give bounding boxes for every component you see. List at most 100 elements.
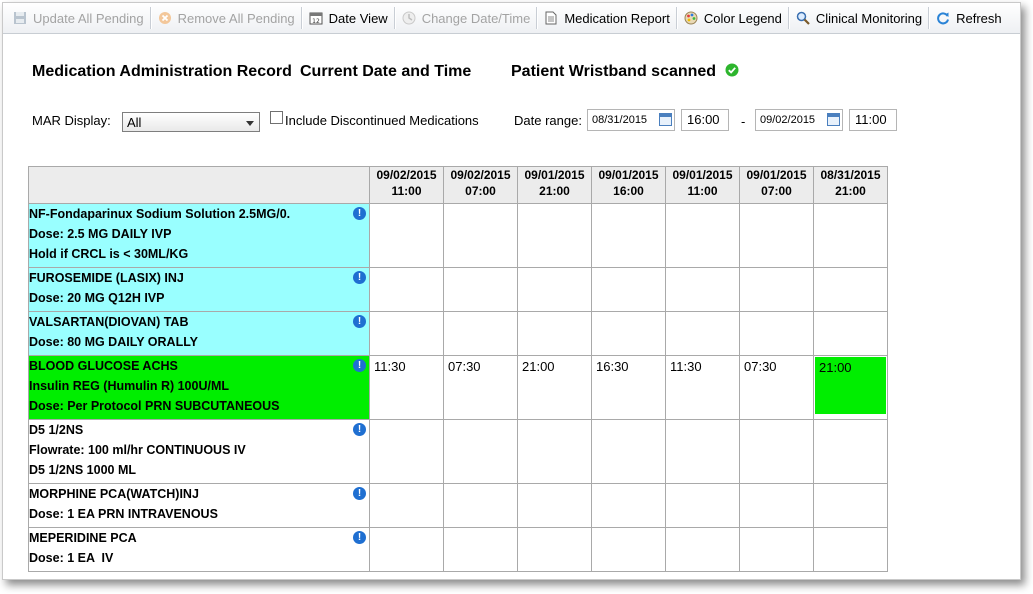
dose-cell[interactable]: [443, 311, 518, 356]
medication-cell[interactable]: BLOOD GLUCOSE ACHS Insulin REG (Humulin …: [28, 355, 370, 420]
dose-cell[interactable]: [517, 267, 592, 312]
dose-cell[interactable]: [591, 203, 666, 268]
column-header[interactable]: 09/01/2015 07:00: [739, 166, 814, 204]
wristband-status: Patient Wristband scanned: [511, 63, 739, 81]
end-time-input[interactable]: 11:00: [849, 109, 897, 131]
date-view-button[interactable]: 12 Date View: [303, 6, 394, 30]
dose-cell[interactable]: [813, 267, 888, 312]
dose-cell[interactable]: [591, 267, 666, 312]
dose-cell[interactable]: [739, 419, 814, 484]
dose-cell[interactable]: [443, 267, 518, 312]
color-legend-button[interactable]: Color Legend: [678, 6, 788, 30]
clinical-monitoring-button[interactable]: Clinical Monitoring: [790, 6, 928, 30]
remove-all-pending-button[interactable]: Remove All Pending: [152, 6, 301, 30]
info-icon[interactable]: !: [353, 531, 366, 544]
calendar-icon[interactable]: [659, 113, 672, 126]
column-header[interactable]: 08/31/2015 21:00: [813, 166, 888, 204]
dose-cell[interactable]: 07:30: [443, 355, 518, 420]
dose-cell[interactable]: 11:30: [369, 355, 444, 420]
info-icon[interactable]: !: [353, 359, 366, 372]
column-header[interactable]: 09/01/2015 11:00: [665, 166, 740, 204]
medication-row: D5 1/2NS Flowrate: 100 ml/hr CONTINUOUS …: [28, 419, 888, 484]
dose-cell[interactable]: [517, 483, 592, 528]
include-discontinued-checkbox[interactable]: [270, 111, 283, 124]
dose-cell[interactable]: [739, 203, 814, 268]
dose-cell[interactable]: [369, 311, 444, 356]
dose-cell[interactable]: [665, 203, 740, 268]
medication-row: MEPERIDINE PCA Dose: 1 EA IV !: [28, 527, 888, 572]
info-icon[interactable]: !: [353, 487, 366, 500]
refresh-button[interactable]: Refresh: [930, 6, 1008, 30]
column-header[interactable]: 09/02/2015 11:00: [369, 166, 444, 204]
medication-cell[interactable]: MORPHINE PCA(WATCH)INJ Dose: 1 EA PRN IN…: [28, 483, 370, 528]
refresh-icon: [937, 12, 950, 25]
dose-cell[interactable]: [443, 483, 518, 528]
dose-cell[interactable]: [591, 527, 666, 572]
dose-time: 21:00: [815, 357, 886, 414]
medication-cell[interactable]: FUROSEMIDE (LASIX) INJ Dose: 20 MG Q12H …: [28, 267, 370, 312]
medication-cell[interactable]: VALSARTAN(DIOVAN) TAB Dose: 80 MG DAILY …: [28, 311, 370, 356]
dose-cell[interactable]: [443, 527, 518, 572]
column-time: 21:00: [539, 184, 570, 198]
dose-cell[interactable]: [591, 483, 666, 528]
calendar-icon[interactable]: [827, 113, 840, 126]
medication-cell[interactable]: NF-Fondaparinux Sodium Solution 2.5MG/0.…: [28, 203, 370, 268]
dose-cell[interactable]: [517, 203, 592, 268]
dose-cell[interactable]: [813, 311, 888, 356]
dose-cell[interactable]: [369, 267, 444, 312]
dose-cell[interactable]: [369, 203, 444, 268]
info-icon[interactable]: !: [353, 207, 366, 220]
dose-cell[interactable]: [443, 419, 518, 484]
dose-cell[interactable]: [813, 203, 888, 268]
medication-cell[interactable]: MEPERIDINE PCA Dose: 1 EA IV !: [28, 527, 370, 572]
dose-cell[interactable]: [665, 267, 740, 312]
dose-cell[interactable]: [813, 527, 888, 572]
column-header[interactable]: 09/01/2015 21:00: [517, 166, 592, 204]
dose-cell[interactable]: [517, 419, 592, 484]
dose-cell[interactable]: [369, 527, 444, 572]
medication-name: D5 1/2NS: [29, 423, 84, 437]
info-icon[interactable]: !: [353, 423, 366, 436]
dose-cell[interactable]: [665, 527, 740, 572]
info-icon[interactable]: !: [353, 271, 366, 284]
dose-cell[interactable]: [739, 267, 814, 312]
dose-cell[interactable]: [517, 527, 592, 572]
column-time: 11:00: [687, 184, 718, 198]
dose-cell-highlighted[interactable]: 21:00: [813, 355, 888, 420]
dose-cell[interactable]: [813, 483, 888, 528]
medication-detail: Insulin REG (Humulin R) 100U/ML: [29, 379, 230, 393]
dose-cell[interactable]: [369, 483, 444, 528]
medication-dose: Dose: 80 MG DAILY ORALLY: [29, 335, 199, 349]
dose-cell[interactable]: 07:30: [739, 355, 814, 420]
info-icon[interactable]: !: [353, 315, 366, 328]
change-date-time-button[interactable]: Change Date/Time: [396, 6, 537, 30]
dose-cell[interactable]: [739, 311, 814, 356]
column-header[interactable]: 09/02/2015 07:00: [443, 166, 518, 204]
mar-display-select[interactable]: All: [122, 112, 260, 132]
dose-cell[interactable]: [665, 311, 740, 356]
update-all-pending-button[interactable]: Update All Pending: [7, 6, 150, 30]
dose-cell[interactable]: [369, 419, 444, 484]
column-header[interactable]: 09/01/2015 16:00: [591, 166, 666, 204]
start-date-input[interactable]: 08/31/2015: [587, 109, 675, 131]
dose-cell[interactable]: [665, 483, 740, 528]
dose-cell[interactable]: [517, 311, 592, 356]
end-date-input[interactable]: 09/02/2015: [755, 109, 843, 131]
column-date: 09/02/2015: [376, 168, 437, 182]
dose-cell[interactable]: 11:30: [665, 355, 740, 420]
dose-cell[interactable]: [591, 311, 666, 356]
dose-cell[interactable]: 21:00: [517, 355, 592, 420]
start-time-input[interactable]: 16:00: [681, 109, 729, 131]
include-discontinued-label[interactable]: Include Discontinued Medications: [285, 113, 479, 128]
medication-cell[interactable]: D5 1/2NS Flowrate: 100 ml/hr CONTINUOUS …: [28, 419, 370, 484]
dose-cell[interactable]: [739, 527, 814, 572]
dose-cell[interactable]: [443, 203, 518, 268]
dose-cell[interactable]: 16:30: [591, 355, 666, 420]
dose-cell[interactable]: [739, 483, 814, 528]
dose-cell[interactable]: [813, 419, 888, 484]
dose-cell[interactable]: [591, 419, 666, 484]
column-date: 09/01/2015: [672, 168, 733, 182]
dose-cell[interactable]: [665, 419, 740, 484]
medication-row: FUROSEMIDE (LASIX) INJ Dose: 20 MG Q12H …: [28, 267, 888, 312]
medication-report-button[interactable]: Medication Report: [538, 6, 676, 30]
